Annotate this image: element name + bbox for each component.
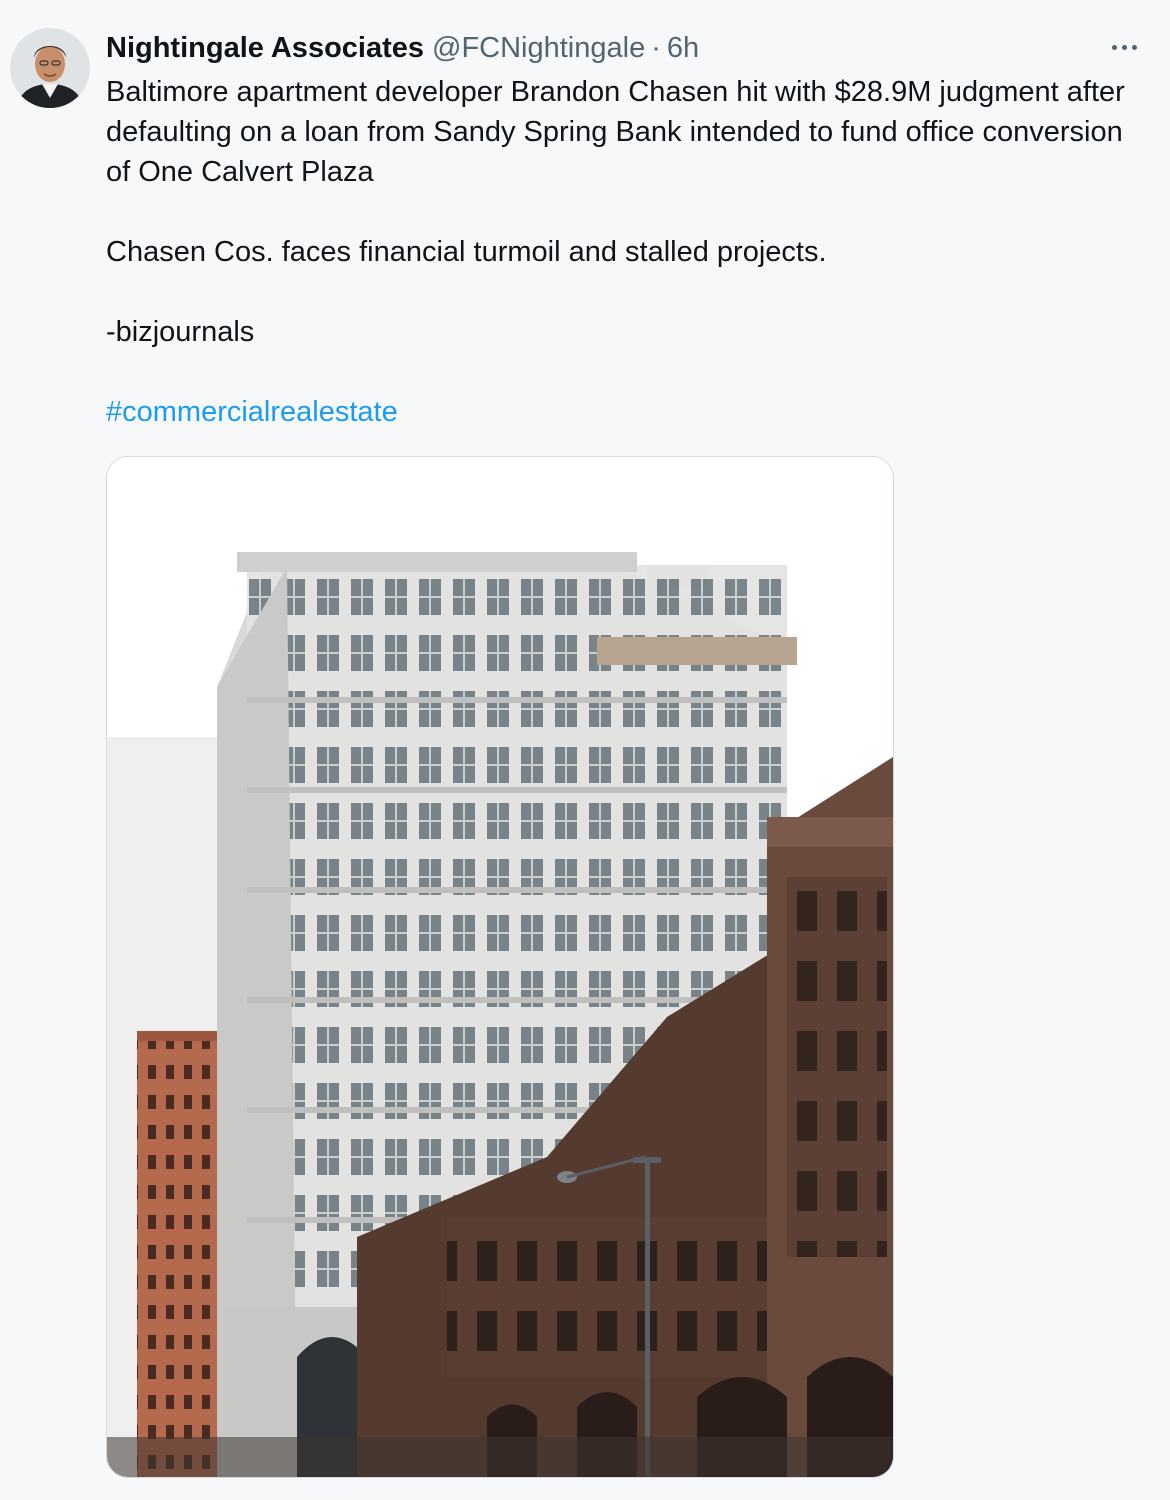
tweet-paragraph-4: #commercialrealestate xyxy=(106,392,1146,432)
author-handle[interactable]: @FCNightingale xyxy=(432,32,645,65)
tweet-paragraph-3: -bizjournals xyxy=(106,316,255,348)
tweet-card[interactable]: Nightingale Associates @FCNightingale · … xyxy=(0,0,1170,1500)
hashtag-link[interactable]: #commercialrealestate xyxy=(106,396,398,428)
tweet-paragraph-2: Chasen Cos. faces financial turmoil and … xyxy=(106,236,827,268)
more-dot xyxy=(1121,44,1127,50)
avatar-image xyxy=(10,28,90,108)
author-avatar[interactable] xyxy=(10,28,90,108)
author-display-name[interactable]: Nightingale Associates xyxy=(106,32,424,65)
more-dot xyxy=(1131,44,1137,50)
tweet-header: Nightingale Associates @FCNightingale · … xyxy=(106,26,699,70)
building-photo xyxy=(107,457,893,1477)
tweet-paragraph-1: Baltimore apartment developer Brandon Ch… xyxy=(106,76,1125,188)
tweet-media-image[interactable] xyxy=(106,456,894,1478)
more-dot xyxy=(1111,44,1117,50)
header-separator: · xyxy=(651,31,661,64)
tweet-timestamp[interactable]: 6h xyxy=(667,32,699,65)
tweet-text: Baltimore apartment developer Brandon Ch… xyxy=(106,72,1146,432)
more-horizontal-icon[interactable] xyxy=(1104,34,1144,60)
